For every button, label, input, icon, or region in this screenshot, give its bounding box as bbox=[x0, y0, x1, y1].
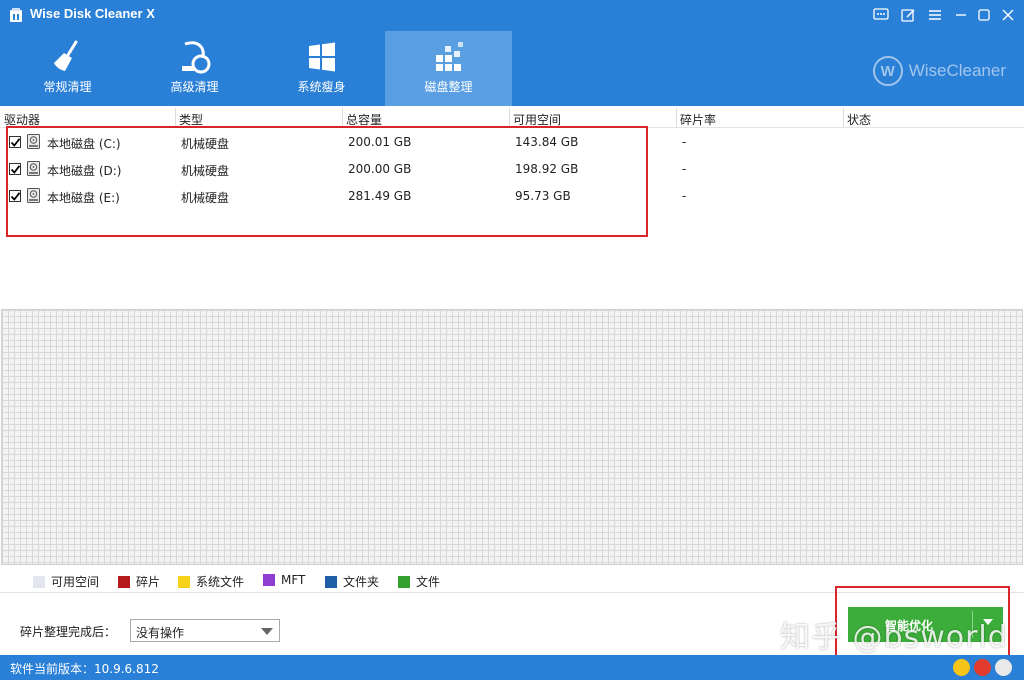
legend-label: MFT bbox=[281, 573, 306, 587]
column-header-fragmentation[interactable]: 碎片率 bbox=[680, 111, 716, 128]
weibo-icon[interactable] bbox=[974, 659, 991, 676]
after-defrag-value: 没有操作 bbox=[136, 626, 185, 640]
legend-swatch bbox=[118, 575, 130, 588]
tab-label: 常规清理 bbox=[43, 80, 92, 94]
close-button[interactable] bbox=[997, 5, 1019, 25]
column-divider[interactable] bbox=[342, 108, 343, 128]
watermark: 知乎 @bsworld bbox=[780, 620, 1008, 655]
legend-item: 文件 bbox=[398, 573, 440, 590]
tab-advanced-clean[interactable]: 高级清理 bbox=[131, 31, 258, 106]
legend-swatch bbox=[325, 575, 337, 588]
version-text: 软件当前版本：10.9.6.812 bbox=[10, 662, 159, 676]
legend-label: 文件 bbox=[416, 575, 441, 589]
highlight-frame-drives bbox=[6, 126, 648, 237]
legend-swatch bbox=[178, 575, 190, 588]
legend-item: MFT bbox=[263, 573, 305, 587]
menu-button[interactable] bbox=[924, 5, 946, 25]
legend-label: 系统文件 bbox=[196, 575, 245, 589]
rate-star-icon[interactable] bbox=[953, 659, 970, 676]
edit-icon bbox=[900, 8, 915, 22]
defrag-blocks-icon bbox=[435, 42, 463, 71]
app-icon bbox=[10, 8, 22, 22]
feedback-button[interactable] bbox=[870, 5, 892, 25]
vacuum-icon bbox=[181, 41, 210, 74]
legend-swatch bbox=[263, 574, 275, 586]
cluster-map bbox=[1, 309, 1023, 565]
tab-disk-defrag[interactable]: 磁盘整理 bbox=[385, 31, 512, 106]
legend-label: 文件夹 bbox=[343, 575, 380, 589]
tab-label: 高级清理 bbox=[170, 80, 219, 94]
legend-item: 碎片 bbox=[118, 573, 160, 590]
legend-item: 可用空间 bbox=[33, 573, 99, 590]
column-divider[interactable] bbox=[175, 108, 176, 128]
legend-swatch bbox=[33, 575, 45, 588]
tab-standard-clean[interactable]: 常规清理 bbox=[4, 31, 131, 106]
after-defrag-select[interactable]: 没有操作 bbox=[130, 619, 280, 642]
hamburger-icon bbox=[929, 10, 941, 20]
brand-logo: W WiseCleaner bbox=[872, 56, 1006, 86]
drive-fragmentation: - bbox=[682, 135, 687, 149]
legend-label: 碎片 bbox=[136, 575, 161, 589]
tab-system-slim[interactable]: 系统瘦身 bbox=[258, 31, 385, 106]
minimize-button[interactable] bbox=[950, 5, 972, 25]
legend-item: 文件夹 bbox=[325, 573, 379, 590]
maximize-icon bbox=[978, 9, 990, 21]
wisecleaner-logo-icon: W bbox=[872, 56, 903, 86]
column-divider[interactable] bbox=[843, 108, 844, 128]
main-tabs: 常规清理 高级清理 系统瘦身 磁盘整理 bbox=[4, 31, 512, 106]
legend-label: 可用空间 bbox=[51, 575, 100, 589]
column-divider[interactable] bbox=[676, 108, 677, 128]
status-bar: 软件当前版本：10.9.6.812 bbox=[0, 655, 1024, 680]
windows-icon bbox=[308, 42, 335, 72]
drive-fragmentation: - bbox=[682, 162, 687, 176]
drive-fragmentation: - bbox=[682, 189, 687, 203]
column-header-status[interactable]: 状态 bbox=[847, 111, 871, 128]
brand-name: WiseCleaner bbox=[908, 61, 1006, 80]
column-divider[interactable] bbox=[509, 108, 510, 128]
app-window: Wise Disk Cleaner X 常规清理 高级清理 系统瘦身 磁盘整理 … bbox=[0, 0, 1024, 680]
header: Wise Disk Cleaner X 常规清理 高级清理 系统瘦身 磁盘整理 … bbox=[0, 0, 1024, 106]
close-icon bbox=[1002, 9, 1014, 21]
minimize-icon bbox=[956, 14, 966, 16]
skin-button[interactable] bbox=[897, 5, 919, 25]
chevron-down-icon bbox=[261, 628, 273, 635]
tab-label: 系统瘦身 bbox=[297, 80, 346, 94]
app-title: Wise Disk Cleaner X bbox=[30, 6, 155, 21]
legend-item: 系统文件 bbox=[178, 573, 244, 590]
title-bar: Wise Disk Cleaner X bbox=[0, 0, 1024, 30]
language-icon[interactable] bbox=[995, 659, 1012, 676]
table-header: 驱动器 类型 总容量 可用空间 碎片率 状态 bbox=[0, 108, 1024, 128]
legend-swatch bbox=[398, 575, 410, 588]
broom-icon bbox=[53, 40, 77, 71]
maximize-button[interactable] bbox=[973, 5, 995, 25]
tab-label: 磁盘整理 bbox=[424, 80, 473, 94]
after-defrag-label: 碎片整理完成后： bbox=[20, 625, 117, 639]
chat-icon bbox=[873, 8, 889, 20]
